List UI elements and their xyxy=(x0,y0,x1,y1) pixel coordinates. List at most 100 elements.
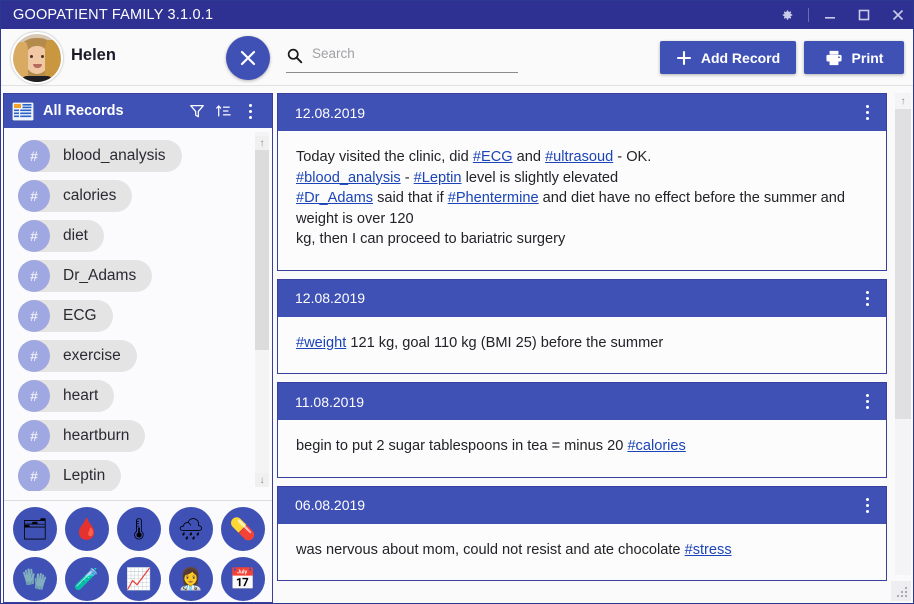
record-text: kg, then I can proceed to bariatric surg… xyxy=(296,231,566,247)
record-card[interactable]: 11.08.2019 begin to put 2 sugar tablespoo… xyxy=(277,382,887,478)
record-text: level is slightly elevated xyxy=(461,169,619,186)
application-window: GOOPATIENT FAMILY 3.1.0.1 Helen Search A… xyxy=(0,0,914,604)
record-date: 06.08.2019 xyxy=(295,497,366,513)
sidebar: All Records # blood_analysis # calories # d… xyxy=(3,93,273,603)
sort-ascending-icon[interactable] xyxy=(210,96,237,126)
add-record-label: Add Record xyxy=(700,49,781,66)
hash-icon: # xyxy=(18,340,50,372)
close-profile-button[interactable] xyxy=(226,36,270,80)
tag-list[interactable]: # blood_analysis # calories # diet # Dr_Adam… xyxy=(4,128,272,491)
record-line: kg, then I can proceed to bariatric surg… xyxy=(296,229,868,250)
sidebar-title: All Records xyxy=(43,103,124,119)
thermometer-icon[interactable]: 🌡 xyxy=(117,507,161,551)
tag-label: heartburn xyxy=(63,427,130,444)
resize-grip[interactable] xyxy=(891,581,911,601)
hashtag-link[interactable]: #Dr_Adams xyxy=(296,190,373,206)
scroll-up-arrow-icon[interactable]: ↑ xyxy=(895,93,911,109)
search-icon xyxy=(286,47,303,69)
kebab-menu-icon[interactable] xyxy=(854,387,880,417)
calendar-icon[interactable]: 📅 xyxy=(221,557,265,601)
weather-icon[interactable]: 🌧 xyxy=(169,507,213,551)
body-alert-icon[interactable]: 🩸 xyxy=(65,507,109,551)
records-icon[interactable]: 🗂 xyxy=(13,507,57,551)
flask-icon[interactable]: 🧪 xyxy=(65,557,109,601)
glove-icon[interactable]: 🧤 xyxy=(13,557,57,601)
list-item[interactable]: # Dr_Adams xyxy=(4,256,272,296)
minimize-icon[interactable] xyxy=(813,1,847,29)
main-scroll-thumb[interactable] xyxy=(895,109,911,419)
hashtag-link[interactable]: #blood_analysis xyxy=(296,170,401,186)
printer-icon xyxy=(825,50,842,65)
hashtag-link[interactable]: #Phentermine xyxy=(448,190,539,206)
medication-icon[interactable]: 💊 xyxy=(221,507,265,551)
main-scrollbar[interactable]: ↑ xyxy=(895,93,911,575)
record-body: was nervous about mom, could not resist … xyxy=(278,524,886,581)
doctor-icon[interactable]: 👩‍⚕ xyxy=(169,557,213,601)
avatar[interactable] xyxy=(11,32,63,84)
avatar-eye-left xyxy=(30,55,33,58)
maximize-icon[interactable] xyxy=(847,1,881,29)
record-card-header: 11.08.2019 xyxy=(278,383,886,420)
kebab-menu-icon[interactable] xyxy=(854,98,880,128)
record-line: #weight 121 kg, goal 110 kg (BMI 25) bef… xyxy=(296,333,868,354)
record-text: said that if xyxy=(373,190,448,206)
print-button[interactable]: Print xyxy=(804,41,904,74)
hash-icon: # xyxy=(18,180,50,212)
hashtag-link[interactable]: #weight xyxy=(296,335,346,351)
record-text: - xyxy=(400,169,414,186)
record-date: 12.08.2019 xyxy=(295,290,366,306)
scroll-up-arrow-icon[interactable]: ↑ xyxy=(255,136,269,150)
hashtag-link[interactable]: #calories xyxy=(627,438,685,454)
tag-label: exercise xyxy=(63,347,121,364)
chart-icon[interactable]: 📈 xyxy=(117,557,161,601)
kebab-dots xyxy=(865,497,869,513)
record-list[interactable]: 12.08.2019 Today visited the clinic, did … xyxy=(277,93,897,603)
list-item[interactable]: # heartburn xyxy=(4,416,272,456)
kebab-menu-icon[interactable] xyxy=(854,283,880,313)
sidebar-scrollbar[interactable]: ↑ ↓ xyxy=(255,132,269,487)
record-card[interactable]: 06.08.2019 was nervous about mom, could n… xyxy=(277,485,887,581)
list-item[interactable]: # exercise xyxy=(4,336,272,376)
filter-funnel-icon[interactable] xyxy=(183,96,210,126)
add-record-button[interactable]: Add Record xyxy=(660,41,796,74)
hashtag-link[interactable]: #ultrasoud xyxy=(545,149,613,165)
list-item[interactable]: # diet xyxy=(4,216,272,256)
list-item[interactable]: # blood_analysis xyxy=(4,136,272,176)
hashtag-link[interactable]: #stress xyxy=(685,542,732,558)
tag-chip: # blood_analysis xyxy=(18,140,182,172)
sidebar-scroll-thumb[interactable] xyxy=(255,150,269,350)
hashtag-link[interactable]: #Leptin xyxy=(414,170,462,186)
sidebar-header: All Records xyxy=(4,94,272,128)
tag-chip: # heartburn xyxy=(18,420,146,452)
kebab-menu-icon[interactable] xyxy=(237,96,264,126)
kebab-dots xyxy=(865,394,869,409)
gear-icon[interactable] xyxy=(770,1,804,29)
tag-chip: # calories xyxy=(18,180,133,212)
kebab-dots xyxy=(249,103,252,119)
record-date: 11.08.2019 xyxy=(295,393,365,410)
medication-glyph: 💊 xyxy=(229,517,257,541)
hashtag-link[interactable]: #ECG xyxy=(473,149,513,165)
list-item[interactable]: # heart xyxy=(4,376,272,416)
record-card-header: 12.08.2019 xyxy=(278,94,886,131)
kebab-dots xyxy=(865,290,869,306)
kebab-menu-icon[interactable] xyxy=(854,490,880,520)
tag-label: Leptin xyxy=(63,467,106,484)
search-input[interactable] xyxy=(312,46,502,61)
record-text: was nervous about mom, could not resist … xyxy=(296,541,685,558)
list-item[interactable]: # calories xyxy=(4,176,272,216)
scroll-down-arrow-icon[interactable]: ↓ xyxy=(255,473,269,487)
record-body: begin to put 2 sugar tablespoons in tea … xyxy=(278,420,886,477)
hash-icon: # xyxy=(18,380,50,412)
tag-label: diet xyxy=(63,227,88,244)
record-card[interactable]: 12.08.2019 Today visited the clinic, did … xyxy=(277,93,887,271)
plus-icon xyxy=(676,50,691,65)
search-field[interactable] xyxy=(286,45,518,73)
tag-label: blood_analysis xyxy=(63,147,166,164)
records-icon xyxy=(11,101,35,121)
list-item[interactable]: # ECG xyxy=(4,296,272,336)
close-icon[interactable] xyxy=(881,1,913,29)
list-item[interactable]: # Leptin xyxy=(4,456,272,491)
record-text: - OK. xyxy=(613,149,652,165)
record-card[interactable]: 12.08.2019 #weight 121 kg, goal 110 kg (B… xyxy=(277,278,887,374)
